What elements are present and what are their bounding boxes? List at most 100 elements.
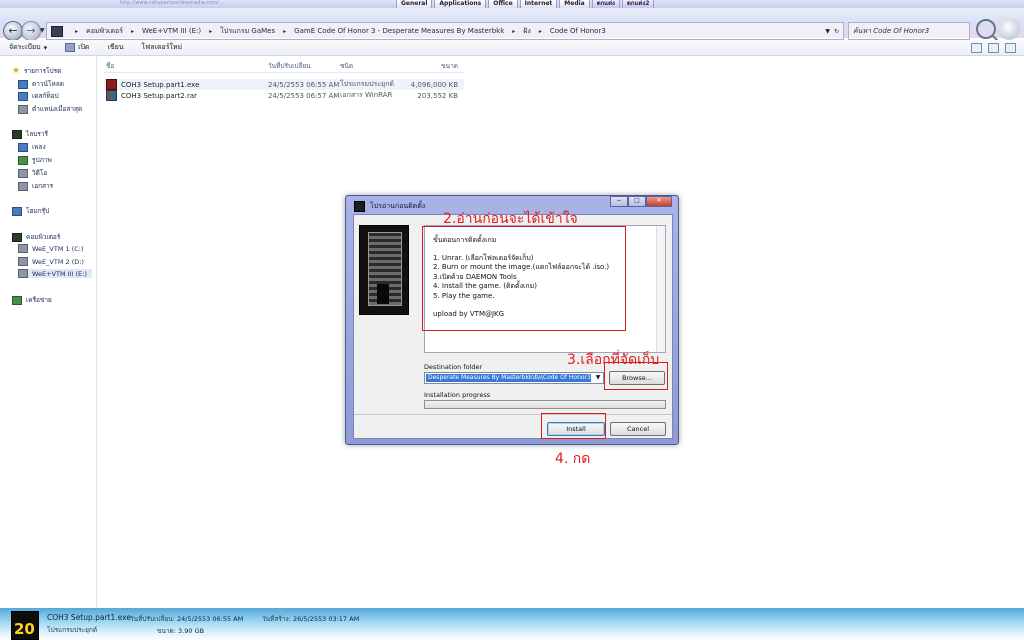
file-type: โปรแกรมประยุกต์ — [340, 80, 394, 88]
nav-pictures[interactable]: รูปภาพ — [18, 155, 52, 165]
rar-file-icon — [106, 90, 117, 101]
installer-icon — [354, 201, 365, 212]
table-row[interactable]: COH3 Setup.part2.rar 24/5/2553 06:57 AM … — [104, 90, 464, 101]
open-icon — [65, 43, 76, 52]
nav-label: WeE_VTM 1 (C:) — [32, 244, 84, 253]
homegroup-icon — [12, 206, 22, 216]
details-size-value: 3.90 GB — [178, 627, 205, 635]
maximize-icon[interactable]: □ — [628, 196, 646, 207]
nav-label: ตำแหน่งเมื่อล่าสุด — [32, 105, 83, 113]
organize-label: จัดระเบียบ — [9, 43, 41, 51]
nav-documents[interactable]: เอกสาร — [18, 181, 53, 191]
file-date: 24/5/2553 06:57 AM — [268, 91, 340, 100]
minimize-icon[interactable]: − — [610, 196, 628, 207]
breadcrumb-current[interactable]: ▸ Code Of Honor3 — [531, 27, 606, 35]
nav-drive-c[interactable]: WeE_VTM 1 (C:) — [18, 244, 84, 253]
dialog-separator — [354, 414, 672, 415]
breadcrumb-games[interactable]: ▸ โปรแกรม GaMes — [201, 26, 275, 37]
column-date-header[interactable]: วันที่ปรับเปลี่ยน — [268, 61, 340, 71]
details-modified-value: 24/5/2553 06:55 AM — [176, 615, 244, 623]
drive-icon — [18, 257, 28, 266]
file-list-header: ชื่อ วันที่ปรับเปลี่ยน ชนิด ขนาด — [104, 60, 464, 73]
breadcrumb[interactable]: ▸ คอมพิวเตอร์ ▸ WeE+VTM III (E:) ▸ โปรแกรม … — [46, 22, 844, 40]
breadcrumb-label: WeE+VTM III (E:) — [141, 27, 202, 35]
recent-places-icon — [18, 104, 28, 114]
organize-button[interactable]: จัดระเบียบ ▾ — [0, 42, 56, 53]
nav-recent[interactable]: ตำแหน่งเมื่อล่าสุด — [18, 104, 82, 114]
preview-pane-icon[interactable] — [988, 42, 999, 53]
installation-progress-bar — [424, 400, 666, 409]
table-row[interactable]: COH3 Setup.part1.exe 24/5/2553 06:55 AM … — [104, 79, 464, 90]
library-icon — [12, 129, 22, 139]
computer-icon — [12, 232, 22, 242]
details-size: ขนาด: 3.90 GB — [157, 626, 204, 636]
open-button[interactable]: เปิด — [56, 42, 98, 53]
game-cover-image — [359, 225, 409, 315]
column-size-header[interactable]: ขนาด — [398, 61, 458, 71]
new-folder-label: โฟลเดอร์ใหม่ — [141, 43, 183, 51]
destination-label: Destination folder — [424, 363, 483, 371]
nav-label: เอกสาร — [32, 182, 54, 190]
app-logo-icon — [998, 18, 1020, 40]
nav-libraries[interactable]: ไลบรารี — [12, 129, 48, 139]
file-size: 4,096,000 KB — [410, 80, 458, 89]
column-name-header[interactable]: ชื่อ — [104, 61, 268, 71]
nav-downloads[interactable]: ดาวน์โหลด — [18, 79, 64, 89]
breadcrumb-computer[interactable]: ▸ คอมพิวเตอร์ — [67, 26, 123, 37]
destination-folder-select[interactable]: Desperate Measures By Masterbkk\ฝัง\Code… — [424, 372, 604, 384]
progress-label: Installation progress — [424, 391, 491, 399]
recent-pages-icon[interactable]: ▼ — [40, 27, 45, 34]
nav-desktop[interactable]: เดสก์ท็อป — [18, 91, 59, 101]
close-icon[interactable]: ✕ — [646, 196, 672, 207]
nav-music[interactable]: เพลง — [18, 142, 46, 152]
nav-favorites[interactable]: ★ รายการโปรด — [12, 66, 61, 76]
navigation-pane: ★ รายการโปรด ดาวน์โหลด เดสก์ท็อป ตำแหน่งเ… — [0, 56, 97, 608]
nav-label: เพลง — [32, 143, 46, 151]
computer-icon — [51, 25, 63, 37]
nav-drive-e[interactable]: WeE+VTM III (E:) — [18, 269, 92, 278]
nav-videos[interactable]: วิดีโอ — [18, 168, 47, 178]
file-size: 203,552 KB — [417, 91, 458, 100]
breadcrumb-label: คอมพิวเตอร์ — [86, 26, 123, 35]
breadcrumb-drive-e[interactable]: ▸ WeE+VTM III (E:) — [123, 27, 201, 35]
readme-scrollbar[interactable] — [656, 226, 665, 352]
nav-homegroup[interactable]: โฮมกรุ๊ป — [12, 206, 49, 216]
search-icon[interactable] — [976, 19, 996, 39]
address-dropdown-icon[interactable]: ▼ — [825, 28, 830, 35]
documents-icon — [18, 181, 28, 191]
search-input[interactable]: ค้นหา Code Of Honor3 — [848, 22, 970, 40]
nav-network[interactable]: เครือข่าย — [12, 295, 52, 305]
nav-computer[interactable]: คอมพิวเตอร์ — [12, 232, 60, 242]
annotation-box-readme — [422, 226, 626, 331]
details-created-label: วันที่สร้าง: — [262, 615, 291, 623]
file-name: COH3 Setup.part2.rar — [121, 91, 198, 100]
view-options-icon[interactable] — [971, 42, 982, 53]
address-end: ▼ ↻ — [825, 28, 843, 35]
forward-button[interactable]: → — [21, 21, 41, 41]
refresh-icon[interactable]: ↻ — [834, 28, 839, 35]
breadcrumb-sub[interactable]: ▸ ฝัง — [504, 26, 531, 37]
desktop-icon — [18, 91, 28, 101]
column-type-header[interactable]: ชนิด — [340, 61, 398, 71]
nav-drive-d[interactable]: WeE_VTM 2 (D:) — [18, 257, 84, 266]
breadcrumb-label: ฝัง — [523, 26, 531, 35]
nav-label: โฮมกรุ๊ป — [26, 207, 50, 215]
breadcrumb-label: Code Of Honor3 — [549, 27, 606, 35]
drive-icon — [18, 244, 28, 253]
cancel-button[interactable]: Cancel — [610, 422, 666, 436]
file-list: ชื่อ วันที่ปรับเปลี่ยน ชนิด ขนาด COH3 Se… — [104, 60, 464, 101]
details-modified: วันที่ปรับเปลี่ยน: 24/5/2553 06:55 AM — [130, 614, 243, 624]
back-button[interactable]: ← — [3, 21, 23, 41]
chevron-down-icon[interactable]: ▼ — [593, 373, 603, 383]
details-pane: 20 COH3 Setup.part1.exe โปรแกรมประยุกต์ … — [0, 608, 1024, 640]
breadcrumb-game-folder[interactable]: ▸ GamE Code Of Honor 3 - Desperate Measur… — [275, 27, 504, 35]
nav-label: ไลบรารี — [26, 130, 49, 138]
burn-button[interactable]: เขียน — [98, 42, 132, 53]
dialog-titlebar[interactable]: โปรอ่านก่อนติดตั้ง — [354, 201, 425, 212]
address-area: ← → ▼ ▸ คอมพิวเตอร์ ▸ WeE+VTM III (E:) ▸ โป… — [0, 8, 1024, 41]
help-icon[interactable] — [1005, 42, 1016, 53]
toolbar: จัดระเบียบ ▾ เปิด เขียน โฟลเดอร์ใหม่ — [0, 40, 1024, 56]
bookmark-strip: http://www.cdhypertoonlinemedia.com/... … — [0, 0, 1024, 9]
nav-label: รายการโปรด — [24, 67, 62, 75]
new-folder-button[interactable]: โฟลเดอร์ใหม่ — [133, 42, 192, 53]
